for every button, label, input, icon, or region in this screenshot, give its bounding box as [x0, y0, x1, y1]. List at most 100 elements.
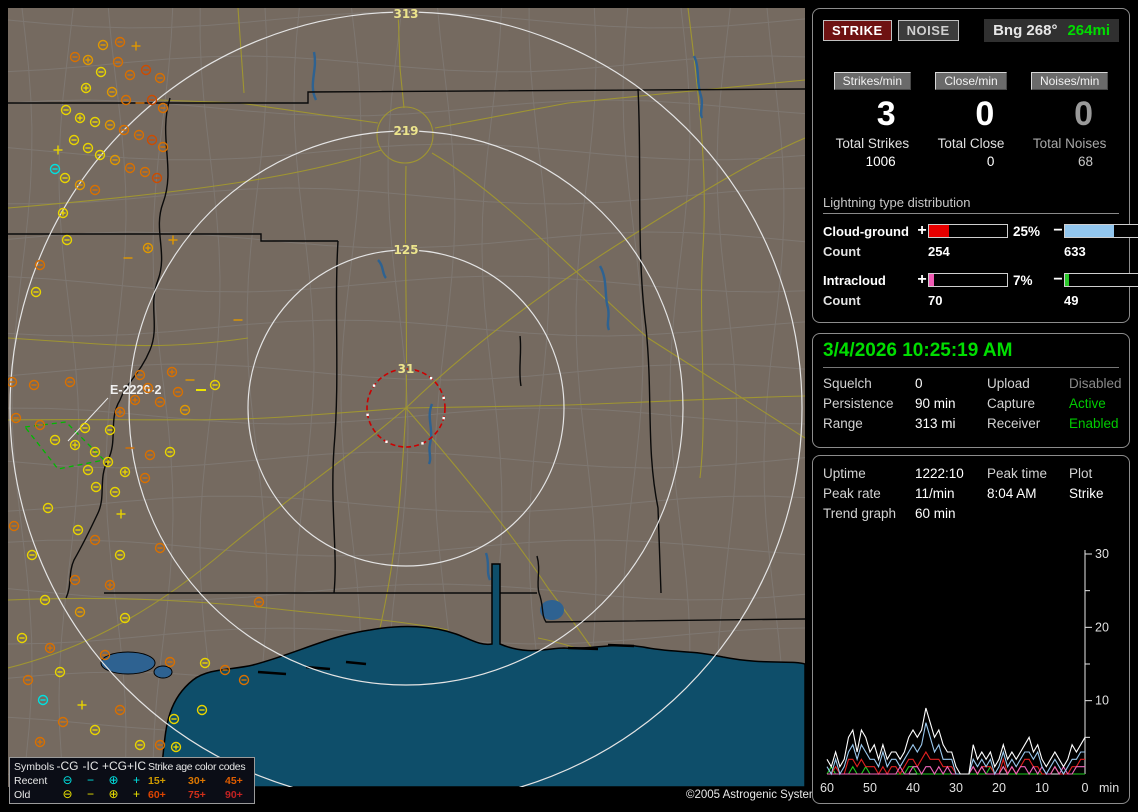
trend-x-tick-label: 20 — [992, 781, 1006, 795]
intracloud-row: Intracloud + 7% − 5% — [823, 271, 1119, 289]
noises-counter: Noises/min 0 Total Noises 68 — [1020, 72, 1119, 169]
trend-x-tick-label: 10 — [1035, 781, 1049, 795]
status-cell-r2c2: Receiver — [987, 416, 1069, 431]
trend-graph: 1020306050403020100min — [819, 536, 1123, 812]
trend-chart-canvas: 1020306050403020100min — [819, 536, 1123, 808]
strikes-counter: Strikes/min 3 Total Strikes 1006 — [823, 72, 922, 169]
bearing-distance: 264mi — [1067, 22, 1110, 39]
trend-x-tick-label: 50 — [863, 781, 877, 795]
range-ring-label: 125 — [393, 243, 418, 257]
nexstorm-window: E-2220-231321912531 Symbols -CG -IC +CG … — [0, 0, 1138, 812]
map-canvas: E-2220-231321912531 — [8, 8, 805, 787]
ic-plus-count: 70 — [928, 293, 1052, 308]
intracloud-count-row: Count 70 49 — [823, 293, 1119, 308]
bearing-readout: Bng 268° 264mi — [984, 19, 1119, 42]
map-legend: Symbols -CG -IC +CG +IC Strike age color… — [9, 757, 255, 804]
minus-sign: − — [1052, 271, 1064, 289]
status-cell-r0c2: Upload — [987, 376, 1069, 391]
trend-y-tick-label: 30 — [1095, 547, 1109, 561]
legend-age-header: Strike age color codes — [148, 760, 260, 774]
age-code-90: 90+ — [225, 788, 260, 802]
cg-plus-pct: 25% — [1008, 224, 1052, 239]
trend-x-tick-label: 60 — [820, 781, 834, 795]
total-close-label: Total Close — [922, 136, 1021, 151]
cg-plus-old-icon: ⊕ — [102, 788, 125, 802]
bearing-label: Bng 268° — [993, 22, 1057, 39]
total-noises-label: Total Noises — [1020, 136, 1119, 151]
stats-cell-r0c3: Plot — [1069, 466, 1119, 481]
ic-plus-bar — [928, 273, 1008, 287]
trend-y-tick-label: 10 — [1095, 694, 1109, 708]
status-panel: 3/4/2026 10:25:19 AM Squelch0UploadDisab… — [812, 333, 1130, 448]
legend-col-ic-minus: -IC — [79, 760, 102, 774]
close-rate: 0 — [922, 94, 1021, 134]
status-cell-r1c0: Persistence — [823, 396, 915, 411]
total-strikes-value: 1006 — [823, 154, 922, 169]
distribution-title: Lightning type distribution — [823, 195, 1119, 214]
close-counter: Close/min 0 Total Close 0 — [922, 72, 1021, 169]
ic-minus-count: 49 — [1064, 293, 1138, 308]
stats-cell-r2c2 — [987, 506, 1069, 521]
total-noises-value: 68 — [1020, 154, 1119, 169]
strike-counter-panel: STRIKE NOISE Bng 268° 264mi Strikes/min 3… — [812, 8, 1130, 323]
stats-cell-r1c1: 11/min — [915, 486, 987, 501]
age-code-60: 60+ — [148, 788, 188, 802]
plus-sign: + — [916, 222, 928, 240]
noise-button[interactable]: NOISE — [898, 20, 959, 41]
lightning-map[interactable]: E-2220-231321912531 — [8, 8, 805, 787]
cg-plus-bar — [928, 224, 1008, 238]
legend-row-old: Old — [14, 788, 56, 802]
count-label: Count — [823, 293, 916, 308]
ic-plus-pct: 7% — [1008, 273, 1052, 288]
status-cell-r1c2: Capture — [987, 396, 1069, 411]
status-cell-r2c3: Enabled — [1069, 416, 1122, 431]
ic-minus-old-icon: − — [79, 788, 102, 802]
cg-minus-bar — [1064, 224, 1138, 238]
legend-row-recent: Recent — [14, 774, 56, 788]
cg-plus-count: 254 — [928, 244, 1052, 259]
strike-button[interactable]: STRIKE — [823, 20, 892, 41]
legend-symbols-header: Symbols — [14, 760, 56, 774]
stats-cell-r1c2: 8:04 AM — [987, 486, 1069, 501]
ic-plus-recent-icon: + — [125, 774, 148, 788]
stats-cell-r2c1: 60 min — [915, 506, 987, 521]
trend-x-tick-label: 0 — [1082, 781, 1089, 795]
noises-per-min-chip[interactable]: Noises/min — [1031, 72, 1108, 90]
cloud-ground-row: Cloud-ground + 25% − 63% — [823, 222, 1119, 240]
copyright-text: ©2005 Astrogenic Systems — [686, 789, 824, 801]
noises-rate: 0 — [1020, 94, 1119, 134]
trend-series-cg-positive — [827, 752, 1085, 774]
range-ring-label: 219 — [393, 124, 418, 138]
cg-minus-recent-icon: ⊖ — [56, 774, 79, 788]
minus-sign: − — [1052, 222, 1064, 240]
trend-y-tick-label: 20 — [1095, 620, 1109, 634]
count-label: Count — [823, 244, 916, 259]
status-cell-r0c0: Squelch — [823, 376, 915, 391]
stats-cell-r2c3 — [1069, 506, 1119, 521]
total-strikes-label: Total Strikes — [823, 136, 922, 151]
cloud-ground-count-row: Count 254 633 — [823, 244, 1119, 259]
cg-plus-recent-icon: ⊕ — [102, 774, 125, 788]
trend-x-axis-unit: min — [1099, 781, 1119, 795]
stats-cell-r1c3: Strike — [1069, 486, 1119, 501]
stats-trend-panel: Uptime1222:10Peak timePlotPeak rate11/mi… — [812, 455, 1130, 804]
range-ring-label: 31 — [398, 362, 415, 376]
age-code-45: 45+ — [225, 774, 260, 788]
stats-cell-r0c2: Peak time — [987, 466, 1069, 481]
cg-minus-old-icon: ⊖ — [56, 788, 79, 802]
status-cell-r1c3: Active — [1069, 396, 1122, 411]
legend-col-ic-plus: +IC — [125, 760, 148, 774]
status-grid: Squelch0UploadDisabledPersistence90 minC… — [823, 376, 1119, 431]
intracloud-label: Intracloud — [823, 273, 916, 288]
age-code-75: 75+ — [188, 788, 225, 802]
status-cell-r1c1: 90 min — [915, 396, 987, 411]
strikes-rate: 3 — [823, 94, 922, 134]
range-ring-label: 313 — [393, 8, 418, 21]
stats-grid: Uptime1222:10Peak timePlotPeak rate11/mi… — [823, 466, 1119, 521]
total-close-value: 0 — [922, 154, 1021, 169]
close-per-min-chip[interactable]: Close/min — [935, 72, 1006, 90]
datetime-display: 3/4/2026 10:25:19 AM — [823, 340, 1119, 368]
legend-col-cg-minus: -CG — [56, 760, 79, 774]
trend-x-tick-label: 40 — [906, 781, 920, 795]
strikes-per-min-chip[interactable]: Strikes/min — [834, 72, 911, 90]
